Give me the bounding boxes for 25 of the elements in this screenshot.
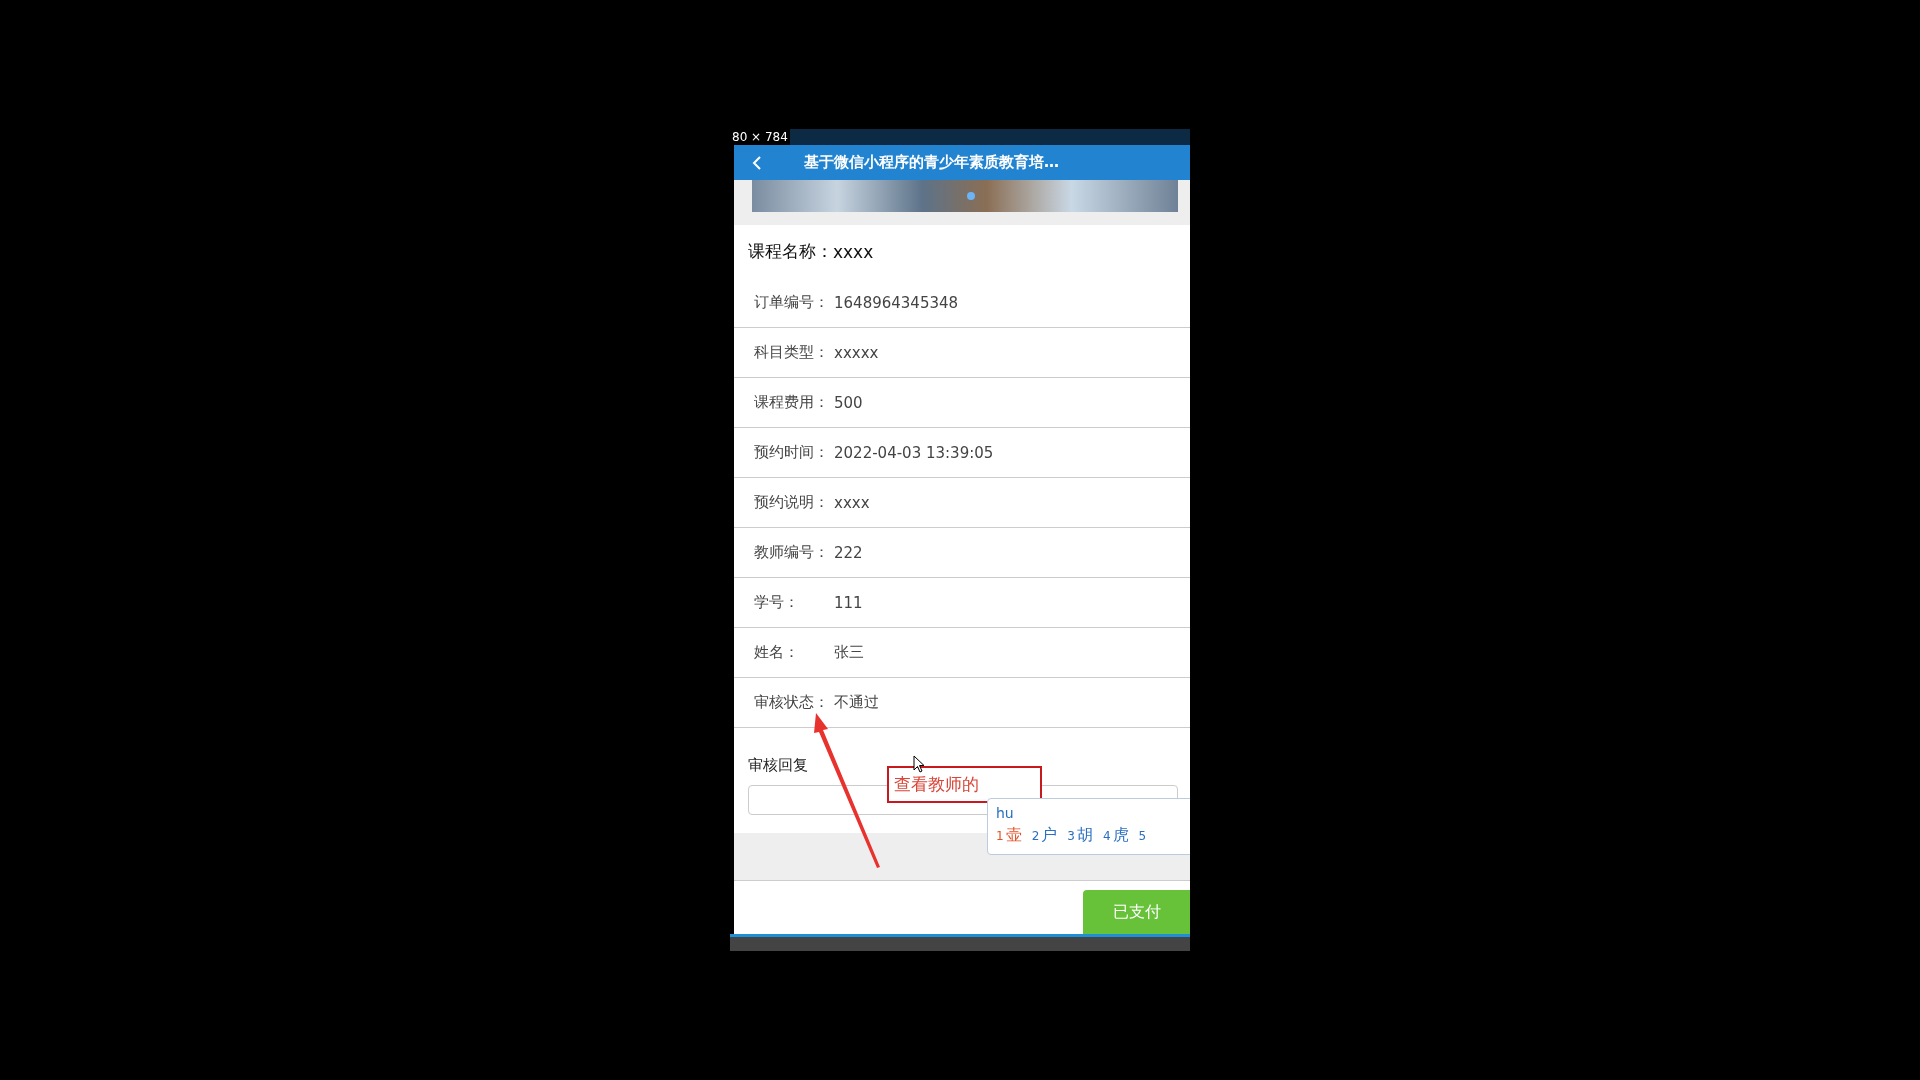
field-value: 111 <box>834 593 863 612</box>
course-name-label: 课程名称： <box>748 240 833 263</box>
reply-label: 审核回复 <box>748 756 808 775</box>
field-label: 预约说明： <box>754 493 830 512</box>
field-value: 222 <box>834 543 863 562</box>
field-value: xxxxx <box>834 343 879 362</box>
field-value: 不通过 <box>834 693 879 712</box>
field-label: 姓名： <box>754 643 800 662</box>
field-value: 张三 <box>834 643 864 662</box>
ime-input-text: hu <box>996 805 1014 821</box>
field-value: 1648964345348 <box>834 293 959 312</box>
field-label: 课程费用： <box>754 393 830 412</box>
course-name-value: xxxx <box>833 241 874 262</box>
field-value: 500 <box>834 393 863 412</box>
field-label: 教师编号： <box>754 543 830 562</box>
page-title: 基于微信小程序的青少年素质教育培… <box>804 153 1059 172</box>
field-value: xxxx <box>834 493 870 512</box>
field-value: 2022-04-03 13:39:05 <box>834 443 994 462</box>
field-label: 学号： <box>754 593 800 612</box>
annotation-box: 查看教师的 <box>887 766 1042 803</box>
viewport-size: 80 × 784 <box>730 129 790 145</box>
field-label: 订单编号： <box>754 293 830 312</box>
field-label: 科目类型： <box>754 343 830 362</box>
field-label: 审核状态： <box>754 693 830 712</box>
field-label: 预约时间： <box>754 443 830 462</box>
